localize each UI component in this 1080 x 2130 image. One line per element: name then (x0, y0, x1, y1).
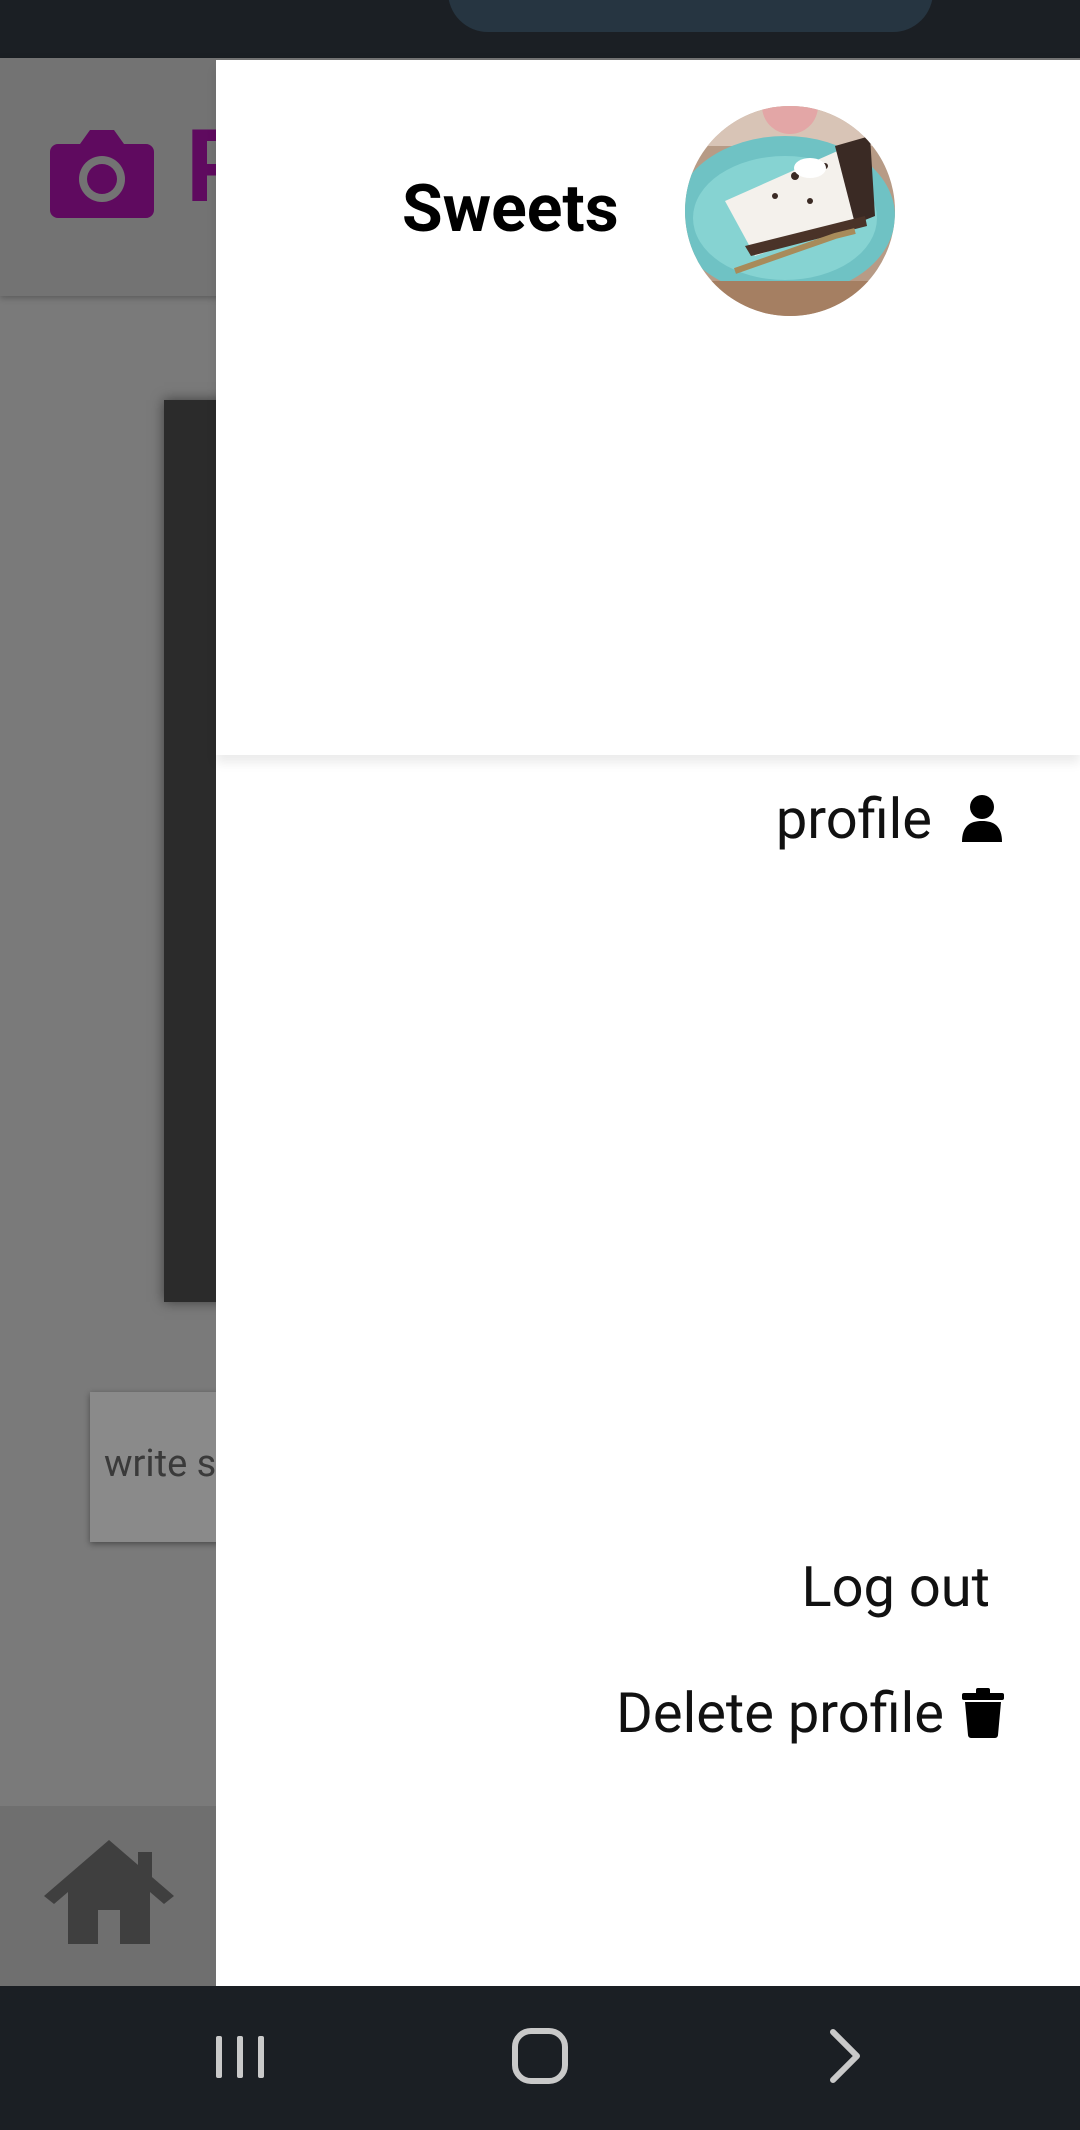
back-icon[interactable] (805, 2016, 885, 2096)
status-bar (0, 0, 1080, 58)
navigation-drawer: Sweets profile Log out Delete profile (216, 60, 1080, 1986)
post-input[interactable]: write s (90, 1392, 220, 1542)
drawer-header: Sweets (216, 60, 1080, 755)
avatar[interactable] (685, 106, 895, 316)
recents-icon[interactable] (200, 2016, 280, 2096)
camera-icon (50, 130, 154, 218)
post-input-placeholder: write s (104, 1442, 217, 1486)
home-icon[interactable] (40, 1836, 178, 1946)
system-navigation-bar (0, 1986, 1080, 2130)
home-nav-icon[interactable] (500, 2016, 580, 2096)
profile-username: Sweets (402, 171, 619, 248)
user-icon (962, 795, 1002, 842)
camera-notch (448, 0, 933, 32)
drawer-item-logout-label: Log out (801, 1554, 990, 1620)
drawer-item-profile[interactable]: profile (776, 784, 1004, 854)
drawer-item-logout[interactable]: Log out (801, 1552, 990, 1622)
drawer-item-delete-label: Delete profile (616, 1680, 944, 1746)
avatar-image (685, 106, 895, 316)
drawer-item-delete-profile[interactable]: Delete profile (616, 1678, 1004, 1748)
trash-icon (962, 1688, 1004, 1738)
drawer-item-profile-label: profile (775, 786, 932, 852)
